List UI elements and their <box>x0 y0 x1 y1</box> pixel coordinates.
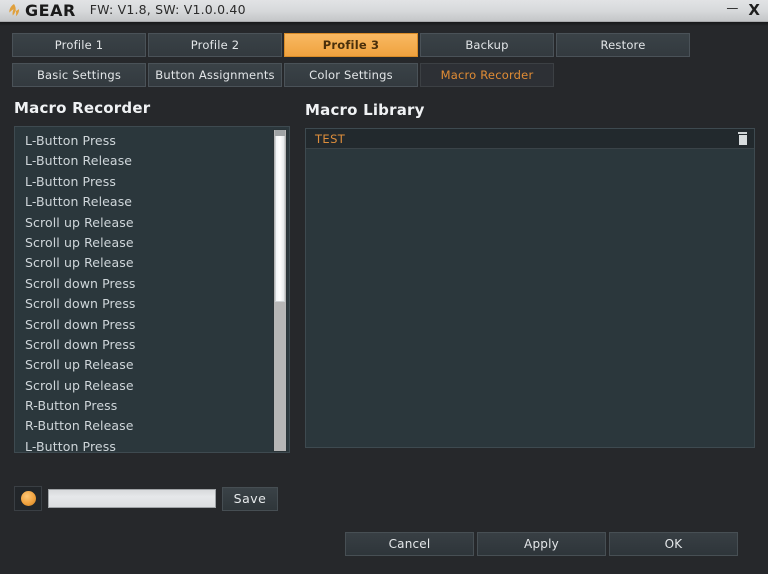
macro-recorder-list-panel[interactable]: L-Button Press L-Button Release L-Button P… <box>14 126 290 453</box>
profile-tab-5[interactable]: Restore <box>556 33 690 57</box>
minimize-button[interactable]: — <box>726 2 738 14</box>
macro-event-item[interactable]: L-Button Press <box>25 437 273 452</box>
section-tab-button-assignments[interactable]: Button Assignments <box>148 63 282 87</box>
macro-event-list: L-Button Press L-Button Release L-Button P… <box>15 127 273 452</box>
macro-event-item[interactable]: Scroll up Release <box>25 376 273 396</box>
macro-event-item[interactable]: L-Button Press <box>25 172 273 192</box>
macro-library-panel[interactable]: TEST <box>305 128 755 448</box>
section-tab-basic-settings[interactable]: Basic Settings <box>12 63 146 87</box>
macro-event-item[interactable]: L-Button Press <box>25 131 273 151</box>
macro-save-row: Save <box>14 486 278 511</box>
profile-tab-4[interactable]: Backup <box>420 33 554 57</box>
profile-tab-3[interactable]: Profile 3 <box>284 33 418 57</box>
profile-tab-1[interactable]: Profile 1 <box>12 33 146 57</box>
record-dot-icon <box>20 491 36 506</box>
macro-event-item[interactable]: Scroll down Press <box>25 315 273 335</box>
trash-body <box>738 135 747 145</box>
scrollbar-thumb[interactable] <box>275 130 285 302</box>
macro-event-item[interactable]: Scroll down Press <box>25 335 273 355</box>
macro-library-heading: Macro Library <box>305 101 425 119</box>
macro-library-item-label: TEST <box>315 131 346 146</box>
profile-tab-row: Profile 1 Profile 2 Profile 3 Backup Restore <box>12 33 690 57</box>
macro-event-item[interactable]: R-Button Press <box>25 396 273 416</box>
macro-event-item[interactable]: Scroll up Release <box>25 233 273 253</box>
window-controls: — X <box>726 2 768 18</box>
record-button[interactable] <box>14 486 42 511</box>
apply-button[interactable]: Apply <box>477 532 606 556</box>
scrollbar-thumb-cap <box>275 130 285 136</box>
brand-label: GEAR <box>25 0 76 20</box>
title-bar: GEAR FW: V1.8, SW: V1.0.0.40 — X <box>0 0 768 22</box>
cancel-button[interactable]: Cancel <box>345 532 474 556</box>
macro-event-item[interactable]: L-Button Release <box>25 192 273 212</box>
section-tab-color-settings[interactable]: Color Settings <box>284 63 418 87</box>
close-button[interactable]: X <box>748 3 760 18</box>
macro-event-item[interactable]: R-Button Release <box>25 416 273 436</box>
trash-lid <box>738 132 747 134</box>
recorder-list-scrollbar[interactable] <box>273 129 287 452</box>
dialog-action-bar: Cancel Apply OK <box>345 532 738 556</box>
ok-button[interactable]: OK <box>609 532 738 556</box>
application-window: GEAR FW: V1.8, SW: V1.0.0.40 — X Profile… <box>0 0 768 574</box>
macro-event-item[interactable]: Scroll down Press <box>25 294 273 314</box>
macro-event-item[interactable]: Scroll up Release <box>25 213 273 233</box>
macro-name-input[interactable] <box>48 489 216 508</box>
section-tab-row: Basic Settings Button Assignments Color Se… <box>12 63 554 87</box>
macro-library-item[interactable]: TEST <box>306 129 754 149</box>
section-tab-macro-recorder[interactable]: Macro Recorder <box>420 63 554 87</box>
firmware-version-label: FW: V1.8, SW: V1.0.0.40 <box>89 2 246 18</box>
macro-event-item[interactable]: Scroll up Release <box>25 253 273 273</box>
trash-icon[interactable] <box>737 132 748 145</box>
titlebar-shadow <box>0 22 768 26</box>
macro-event-item[interactable]: Scroll up Release <box>25 355 273 375</box>
macro-event-item[interactable]: L-Button Release <box>25 151 273 171</box>
profile-tab-2[interactable]: Profile 2 <box>148 33 282 57</box>
macro-recorder-heading: Macro Recorder <box>14 99 151 117</box>
save-button[interactable]: Save <box>222 486 278 511</box>
macro-library-empty-area <box>306 149 754 447</box>
macro-library-rows: TEST <box>306 129 754 149</box>
macro-event-item[interactable]: Scroll down Press <box>25 274 273 294</box>
fnatic-leaf-logo-icon <box>4 2 24 20</box>
